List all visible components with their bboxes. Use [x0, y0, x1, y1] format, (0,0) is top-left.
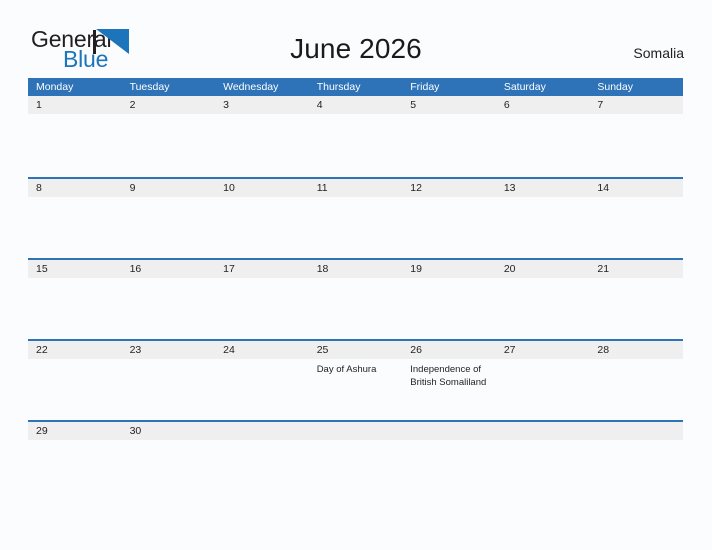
day-number: 26 — [410, 344, 422, 356]
day-number: 17 — [223, 263, 235, 275]
week-cells: 29 30 — [28, 422, 683, 464]
day-events: Day of Ashura — [317, 363, 403, 376]
calendar-day-cell[interactable]: 5 — [402, 96, 496, 177]
calendar-day-cell[interactable]: 9 — [122, 179, 216, 258]
week-cells: 22 23 24 25 Day of Ashura 26 Independence of B… — [28, 341, 683, 420]
day-number: 15 — [36, 263, 48, 275]
calendar-day-cell[interactable]: 24 — [215, 341, 309, 420]
day-number — [504, 422, 590, 440]
day-number: 16 — [129, 263, 142, 275]
weekday-header-tuesday: Tuesday — [129, 81, 170, 93]
calendar-day-cell[interactable]: 29 — [28, 422, 122, 464]
weekday-header-wednesday: Wednesday — [223, 81, 279, 93]
day-number: 7 — [597, 99, 604, 111]
calendar-day-cell[interactable]: 14 — [589, 179, 683, 258]
calendar-day-cell[interactable]: 28 — [589, 341, 683, 420]
day-number — [223, 422, 309, 440]
calendar-day-cell[interactable]: 27 — [496, 341, 590, 420]
calendar-week-row: 8 9 10 11 12 13 14 — [28, 177, 683, 258]
day-number: 23 — [129, 344, 142, 356]
calendar-day-cell[interactable]: 20 — [496, 260, 590, 339]
day-events: Independence of British Somaliland — [410, 363, 496, 389]
page-title: June 2026 — [290, 33, 422, 64]
weekday-header-saturday: Saturday — [503, 81, 546, 93]
weekday-header-monday: Monday — [36, 81, 74, 93]
week-cells: 15 16 17 18 19 20 21 — [28, 260, 683, 339]
week-cells: 1 2 3 4 5 6 7 — [28, 96, 683, 177]
country-label: Somalia — [633, 45, 684, 61]
calendar-day-cell[interactable]: 26 Independence of British Somaliland — [402, 341, 496, 420]
calendar-day-cell[interactable]: 15 — [28, 260, 122, 339]
day-number: 12 — [410, 182, 422, 194]
day-number: 19 — [410, 263, 422, 275]
calendar-day-cell[interactable]: 4 — [309, 96, 403, 177]
calendar-empty-cell — [496, 422, 590, 464]
calendar-week-row: 1 2 3 4 5 6 7 — [28, 96, 683, 177]
calendar-day-cell[interactable]: 17 — [215, 260, 309, 339]
calendar-day-cell[interactable]: 3 — [215, 96, 309, 177]
weekday-header-sunday: Sunday — [597, 81, 633, 93]
calendar-day-cell[interactable]: 8 — [28, 179, 122, 258]
day-number: 10 — [223, 182, 235, 194]
day-number: 28 — [597, 344, 610, 356]
day-number — [597, 422, 683, 440]
day-number: 24 — [223, 344, 235, 356]
calendar-day-cell[interactable]: 19 — [402, 260, 496, 339]
calendar-empty-cell — [402, 422, 496, 464]
page-header: General Blue June 2026 Somalia — [0, 0, 712, 78]
calendar-week-row: 15 16 17 18 19 20 21 — [28, 258, 683, 339]
calendar-day-cell[interactable]: 11 — [309, 179, 403, 258]
calendar-day-cell[interactable]: 10 — [215, 179, 309, 258]
day-number: 4 — [316, 99, 323, 111]
day-number: 9 — [129, 182, 136, 194]
calendar-day-cell[interactable]: 7 — [589, 96, 683, 177]
calendar-day-cell[interactable]: 30 — [122, 422, 216, 464]
calendar-day-cell[interactable]: 25 Day of Ashura — [309, 341, 403, 420]
weekday-header-row: Monday Tuesday Wednesday Thursday Friday… — [28, 78, 683, 96]
calendar-day-cell[interactable]: 2 — [122, 96, 216, 177]
day-number: 8 — [36, 182, 42, 194]
day-number: 2 — [129, 99, 136, 111]
day-number: 5 — [410, 99, 417, 111]
day-number: 29 — [36, 425, 48, 437]
weekday-header-friday: Friday — [410, 81, 440, 93]
calendar-day-cell[interactable]: 13 — [496, 179, 590, 258]
calendar-day-cell[interactable]: 6 — [496, 96, 590, 177]
day-number: 22 — [36, 344, 48, 356]
day-number — [317, 422, 403, 440]
calendar-day-cell[interactable]: 16 — [122, 260, 216, 339]
calendar-day-cell[interactable]: 21 — [589, 260, 683, 339]
weekday-header-thursday: Thursday — [316, 81, 361, 93]
day-number — [410, 422, 496, 440]
calendar-day-cell[interactable]: 1 — [28, 96, 122, 177]
day-number: 27 — [503, 344, 516, 356]
calendar-page: General Blue June 2026 Somalia Monday Tu… — [0, 0, 712, 550]
day-number: 30 — [129, 425, 142, 437]
calendar-empty-cell — [215, 422, 309, 464]
day-number: 25 — [316, 344, 329, 356]
holiday-event: Independence of British Somaliland — [410, 364, 487, 388]
holiday-event: Day of Ashura — [316, 364, 377, 375]
calendar-weeks: 1 2 3 4 5 6 7 8 9 10 11 12 13 14 15 16 17 18 19 20 21 22 23 24 2… — [28, 96, 683, 464]
calendar-empty-cell — [589, 422, 683, 464]
calendar-week-row: 22 23 24 25 Day of Ashura 26 Independence of B… — [28, 339, 683, 420]
day-number: 21 — [597, 263, 610, 275]
day-number: 3 — [223, 99, 229, 111]
day-number: 14 — [597, 182, 610, 194]
calendar-grid: Monday Tuesday Wednesday Thursday Friday… — [28, 78, 683, 464]
day-number: 18 — [316, 263, 329, 275]
calendar-empty-cell — [309, 422, 403, 464]
day-number: 1 — [36, 99, 42, 111]
calendar-day-cell[interactable]: 23 — [122, 341, 216, 420]
week-cells: 8 9 10 11 12 13 14 — [28, 179, 683, 258]
calendar-day-cell[interactable]: 22 — [28, 341, 122, 420]
calendar-day-cell[interactable]: 18 — [309, 260, 403, 339]
calendar-week-row: 29 30 — [28, 420, 683, 464]
day-number: 13 — [503, 182, 516, 194]
day-number: 6 — [503, 99, 510, 111]
day-number: 11 — [316, 182, 328, 194]
day-number: 20 — [503, 263, 516, 275]
calendar-day-cell[interactable]: 12 — [402, 179, 496, 258]
